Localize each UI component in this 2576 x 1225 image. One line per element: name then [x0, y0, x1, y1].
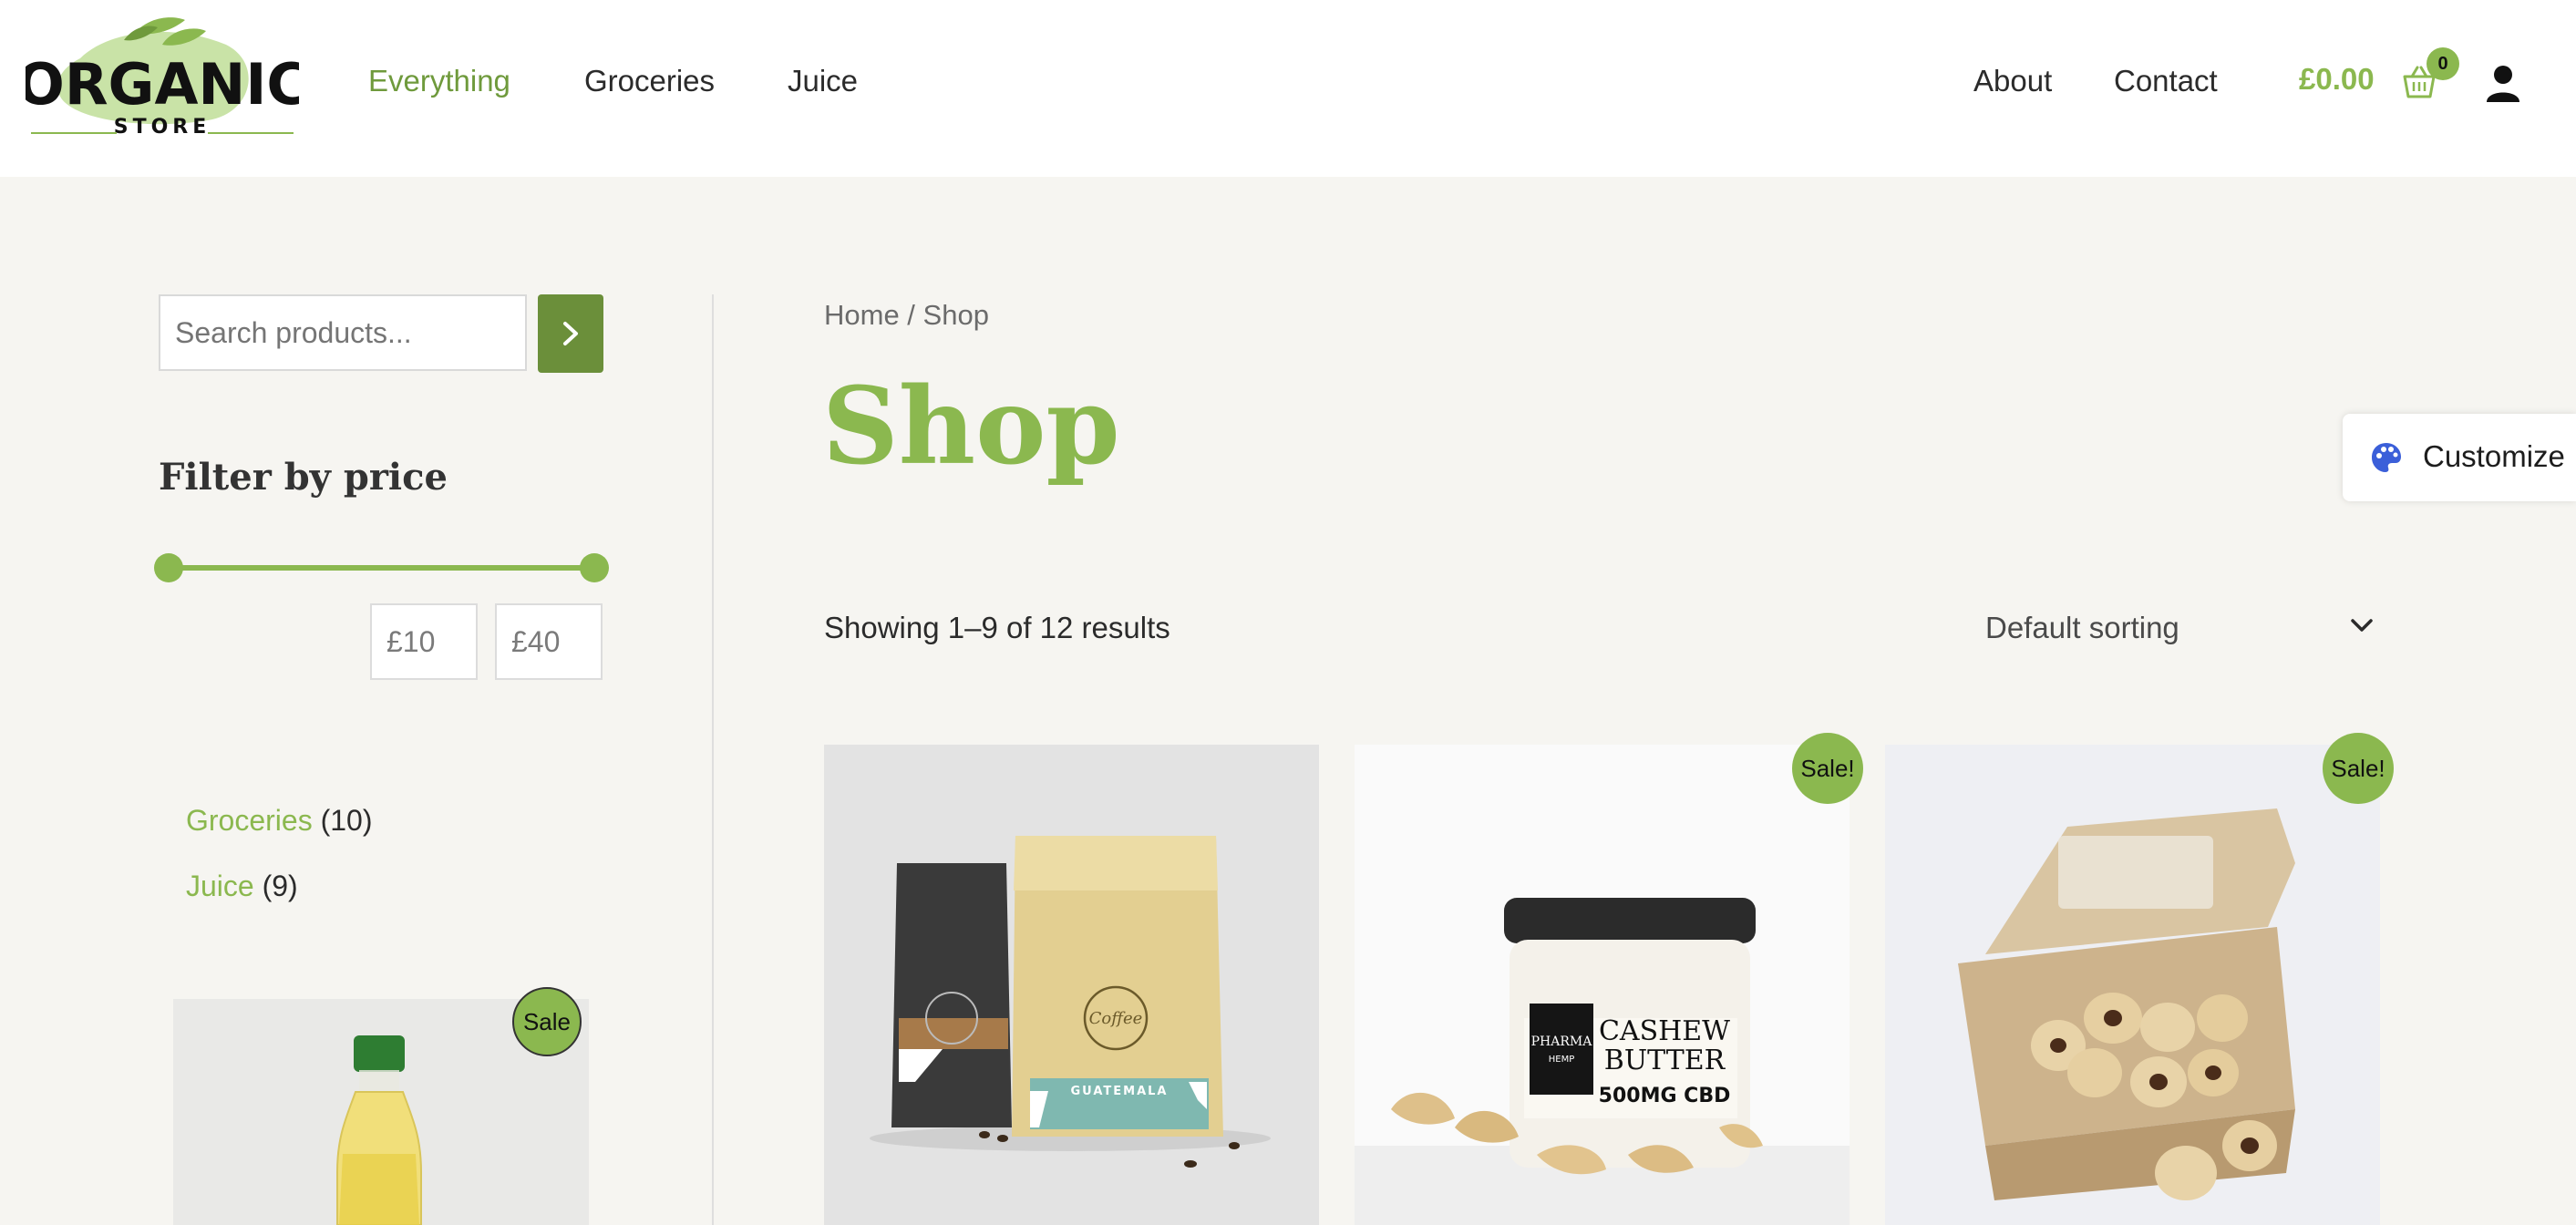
nav-everything[interactable]: Everything [368, 64, 510, 98]
filter-by-price-title: Filter by price [159, 456, 448, 499]
cart-count-badge: 0 [2427, 47, 2459, 80]
user-account-icon[interactable] [2485, 64, 2521, 102]
category-count: (10) [320, 804, 373, 837]
category-name[interactable]: Groceries [186, 804, 313, 837]
sale-badge: Sale! [2323, 733, 2394, 804]
nav-about[interactable]: About [1973, 64, 2052, 98]
customize-label: Customize [2423, 439, 2565, 473]
category-groceries[interactable]: Groceries (10) [186, 804, 373, 838]
cashew-butter-jar-image: PHARMA HEMP CASHEW BUTTER 500MG CBD [1355, 745, 1850, 1225]
result-count: Showing 1–9 of 12 results [824, 611, 1170, 644]
sale-badge: Sale [512, 987, 582, 1056]
search-products-input[interactable] [159, 294, 527, 371]
site-header: ORGANIC STORE Everything Groceries Juice… [0, 0, 2576, 177]
cart-amount[interactable]: £0.00 [2299, 62, 2375, 97]
sorting-select[interactable]: Default sorting [1985, 611, 2179, 645]
price-slider-track[interactable] [168, 565, 594, 571]
category-name[interactable]: Juice [186, 870, 254, 902]
jar-brand-sub-text: HEMP [1549, 1055, 1575, 1065]
logo-text-organic: ORGANIC [26, 51, 299, 118]
coffee-label-text: Coffee [1089, 1009, 1143, 1028]
product-card-cookies[interactable] [1885, 745, 2380, 1225]
product-card-coffee[interactable]: Coffee GUATEMALA [824, 745, 1319, 1225]
jar-title-line2: BUTTER [1604, 1045, 1726, 1076]
search-submit-button[interactable] [538, 294, 603, 373]
chevron-down-icon[interactable] [2350, 616, 2374, 634]
product-card-cashew-butter[interactable]: PHARMA HEMP CASHEW BUTTER 500MG CBD [1355, 745, 1850, 1225]
price-slider-min-handle[interactable] [154, 553, 183, 582]
logo-text-store: STORE [114, 116, 211, 139]
page-title: Shop [822, 365, 1120, 489]
nav-juice[interactable]: Juice [788, 64, 858, 98]
nav-groceries[interactable]: Groceries [584, 64, 715, 98]
max-price-field[interactable]: £40 [495, 603, 603, 680]
guatemala-label-text: GUATEMALA [1071, 1085, 1169, 1098]
customize-button[interactable]: Customize [2343, 414, 2576, 501]
breadcrumb[interactable]: Home / Shop [824, 299, 989, 332]
coffee-bags-image: Coffee GUATEMALA [870, 836, 1271, 1168]
jar-dose-text: 500MG CBD [1599, 1085, 1731, 1107]
category-count: (9) [262, 870, 298, 902]
min-price-field[interactable]: £10 [370, 603, 478, 680]
category-juice[interactable]: Juice (9) [186, 870, 298, 903]
price-slider-max-handle[interactable] [580, 553, 609, 582]
palette-icon [2372, 443, 2401, 472]
organic-store-logo[interactable]: ORGANIC STORE [26, 13, 299, 140]
jar-brand-text: PHARMA [1531, 1035, 1593, 1049]
sidebar-divider [712, 294, 714, 1225]
chevron-right-icon [563, 322, 578, 345]
jar-title-line1: CASHEW [1599, 1015, 1730, 1047]
sale-badge: Sale! [1792, 733, 1863, 804]
cookie-box-image [1885, 745, 2380, 1225]
nav-contact[interactable]: Contact [2114, 64, 2218, 98]
